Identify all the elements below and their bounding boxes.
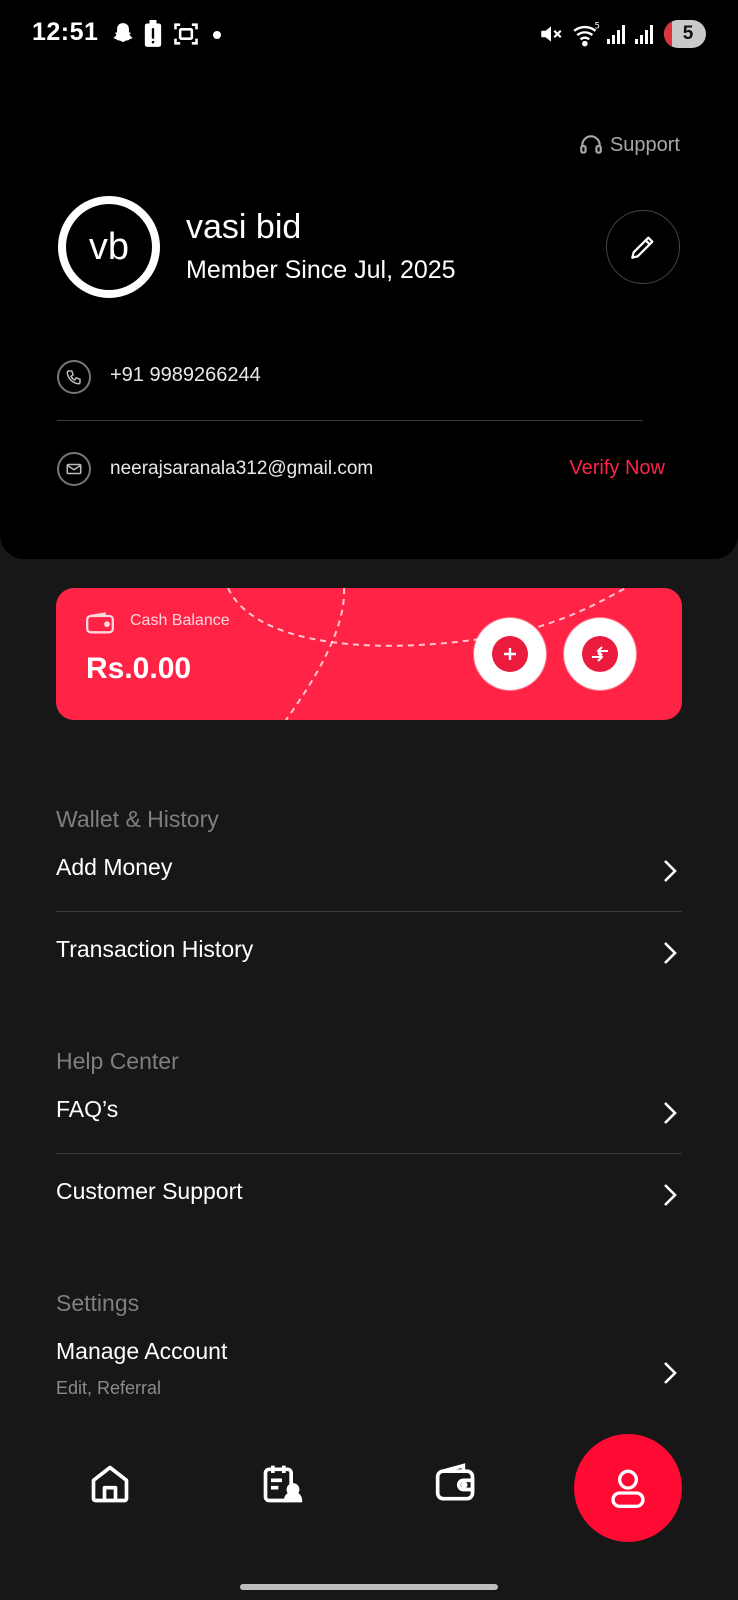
menu-label: FAQ’s [56,1096,119,1122]
bids-icon [260,1462,304,1506]
support-label: Support [609,133,680,156]
divider [57,420,643,421]
wallet-small-icon [86,612,114,634]
nav-profile[interactable] [574,1434,682,1542]
verify-now-link[interactable]: Verify Now [569,457,665,480]
phone-number: +91 9989266244 [110,364,261,386]
menu-customer-support[interactable]: Customer Support [56,1154,682,1236]
status-time: 12:51 [32,18,99,46]
headset-icon [578,132,604,158]
mute-icon [538,20,564,48]
battery-indicator: 5 [664,20,706,48]
battery-alert-icon [142,20,164,48]
snapchat-icon [110,20,136,48]
menu-sublabel: Edit, Referral [56,1378,162,1398]
wifi-icon: 5 [572,20,602,48]
signal-icon [606,20,628,48]
profile-header: Support vb vasi bid Member Since Jul, 20… [0,0,738,559]
status-bar: 12:51 5 5 [0,0,738,70]
transfer-button[interactable] [564,618,636,690]
nav-wallet[interactable] [434,1462,478,1506]
menu-label: Transaction History [56,936,254,962]
battery-level: 5 [682,23,694,44]
section-title-help: Help Center [56,1048,179,1074]
phone-icon [57,360,91,394]
screenshot-icon [172,20,200,48]
avatar-initials: vb [88,225,130,268]
chevron-right-icon [662,1182,678,1208]
mail-icon [57,452,91,486]
edit-profile-button[interactable] [606,210,680,284]
home-indicator[interactable] [240,1584,498,1590]
add-cash-button[interactable] [474,618,546,690]
avatar: vb [58,196,160,298]
plus-icon [501,645,519,663]
chevron-right-icon [662,1100,678,1126]
section-title-wallet: Wallet & History [56,806,219,832]
dot-icon [212,30,222,40]
menu-manage-account[interactable]: Manage Account Edit, Referral [56,1314,682,1414]
menu-transaction-history[interactable]: Transaction History [56,912,682,994]
menu-label: Add Money [56,854,173,880]
chevron-right-icon [662,858,678,884]
menu-label: Manage Account [56,1338,228,1364]
nav-bids[interactable] [260,1462,304,1506]
wallet-icon [434,1462,478,1506]
menu-label: Customer Support [56,1178,243,1204]
user-name: vasi bid [186,208,302,246]
email-address: neerajsaranala312@gmail.com [110,458,374,479]
cash-balance-value: Rs.0.00 [86,652,192,685]
menu-add-money[interactable]: Add Money [56,830,682,912]
svg-text:5: 5 [595,22,600,32]
chevron-right-icon [662,1360,678,1386]
home-icon [88,1462,132,1506]
menu-faqs[interactable]: FAQ’s [56,1072,682,1154]
member-since: Member Since Jul, 2025 [186,256,456,284]
profile-icon [608,1466,648,1510]
support-link[interactable]: Support [578,132,680,158]
nav-home[interactable] [88,1462,132,1506]
cash-balance-card: Cash Balance Rs.0.00 [56,588,682,720]
cash-balance-label: Cash Balance [130,612,230,629]
chevron-right-icon [662,940,678,966]
signal-icon-2 [634,20,656,48]
transfer-icon [589,645,611,663]
section-title-settings: Settings [56,1290,140,1316]
pencil-icon [627,231,659,263]
